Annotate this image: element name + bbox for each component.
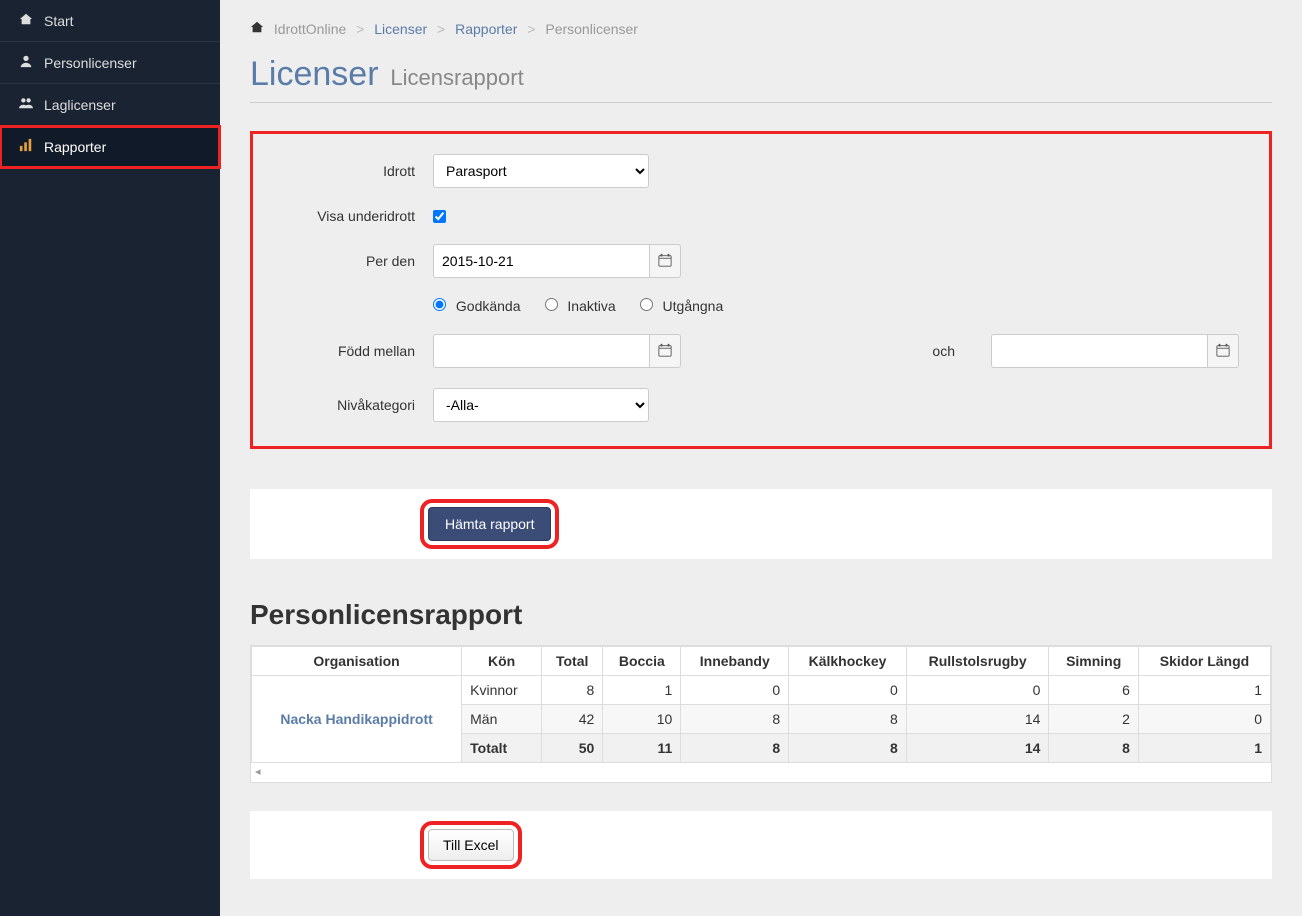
table-header-row: Organisation Kön Total Boccia Innebandy …	[252, 647, 1271, 676]
divider	[250, 102, 1272, 103]
status-approved-radio[interactable]	[433, 298, 446, 311]
excel-panel: Till Excel	[250, 811, 1272, 879]
breadcrumb-current: Personlicenser	[545, 21, 638, 37]
gender-cell: Kvinnor	[462, 676, 542, 705]
sidebar-item-label: Start	[44, 13, 74, 29]
status-approved-option[interactable]: Godkända	[433, 298, 521, 314]
show-sub-label: Visa underidrott	[273, 208, 433, 224]
level-label: Nivåkategori	[273, 397, 433, 413]
main-content: IdrottOnline > Licenser > Rapporter > Pe…	[220, 0, 1302, 916]
per-date-input[interactable]	[433, 244, 649, 278]
page-header: Licenser Licensrapport	[250, 55, 1272, 94]
sidebar-item-personlicenser[interactable]: Personlicenser	[0, 42, 220, 84]
status-inactive-radio[interactable]	[545, 298, 558, 311]
show-sub-checkbox[interactable]	[433, 210, 446, 223]
to-excel-button[interactable]: Till Excel	[428, 829, 514, 861]
report-table-wrap: Organisation Kön Total Boccia Innebandy …	[250, 645, 1272, 783]
fetch-panel: Hämta rapport	[250, 489, 1272, 559]
sidebar-item-label: Laglicenser	[44, 97, 116, 113]
col-boccia: Boccia	[603, 647, 681, 676]
gender-cell: Män	[462, 705, 542, 734]
sidebar-item-laglicenser[interactable]: Laglicenser	[0, 84, 220, 126]
born-to-input[interactable]	[991, 334, 1207, 368]
fetch-report-button[interactable]: Hämta rapport	[428, 507, 551, 541]
status-inactive-option[interactable]: Inaktiva	[545, 298, 616, 314]
sidebar-item-label: Personlicenser	[44, 55, 137, 71]
org-cell[interactable]: Nacka Handikappidrott	[252, 676, 462, 763]
breadcrumb-sep: >	[527, 21, 535, 37]
level-select[interactable]: -Alla-	[433, 388, 649, 422]
col-organisation: Organisation	[252, 647, 462, 676]
user-icon	[16, 54, 36, 71]
totals-label: Totalt	[462, 734, 542, 763]
and-label: och	[932, 343, 973, 359]
sidebar-item-label: Rapporter	[44, 139, 106, 155]
status-expired-option[interactable]: Utgångna	[640, 298, 724, 314]
users-icon	[16, 96, 36, 113]
sidebar-item-rapporter[interactable]: Rapporter	[0, 126, 220, 168]
status-radio-group: Godkända Inaktiva Utgångna	[433, 298, 1239, 314]
calendar-button[interactable]	[649, 334, 681, 368]
page-subtitle: Licensrapport	[390, 65, 523, 90]
breadcrumb: IdrottOnline > Licenser > Rapporter > Pe…	[250, 20, 1272, 37]
page-title: Licenser	[250, 55, 379, 93]
sport-select[interactable]: Parasport	[433, 154, 649, 188]
breadcrumb-link-rapporter[interactable]: Rapporter	[455, 21, 517, 37]
calendar-icon	[1216, 343, 1230, 360]
sidebar-item-start[interactable]: Start	[0, 0, 220, 42]
born-from-input[interactable]	[433, 334, 649, 368]
col-simning: Simning	[1049, 647, 1139, 676]
col-total: Total	[542, 647, 603, 676]
breadcrumb-sep: >	[356, 21, 364, 37]
calendar-icon	[658, 253, 672, 270]
breadcrumb-link-licenser[interactable]: Licenser	[374, 21, 427, 37]
col-rullstolsrugby: Rullstolsrugby	[906, 647, 1049, 676]
breadcrumb-root: IdrottOnline	[274, 21, 346, 37]
calendar-icon	[658, 343, 672, 360]
col-skidor: Skidor Längd	[1138, 647, 1270, 676]
calendar-button[interactable]	[649, 244, 681, 278]
home-icon	[16, 12, 36, 29]
table-row: Nacka Handikappidrott Kvinnor 8 1 0 0 0 …	[252, 676, 1271, 705]
sidebar: Start Personlicenser Laglicenser Rapport…	[0, 0, 220, 916]
scroll-hint: ◂	[251, 763, 1271, 780]
col-kalkhockey: Kälkhockey	[789, 647, 907, 676]
col-innebandy: Innebandy	[681, 647, 789, 676]
chart-icon	[16, 138, 36, 155]
calendar-button[interactable]	[1207, 334, 1239, 368]
col-gender: Kön	[462, 647, 542, 676]
status-expired-radio[interactable]	[640, 298, 653, 311]
breadcrumb-sep: >	[437, 21, 445, 37]
report-table: Organisation Kön Total Boccia Innebandy …	[251, 646, 1271, 763]
report-title: Personlicensrapport	[250, 599, 1272, 631]
sport-label: Idrott	[273, 163, 433, 179]
filter-form: Idrott Parasport Visa underidrott Per de…	[250, 131, 1272, 449]
born-between-label: Född mellan	[273, 343, 433, 359]
home-icon	[250, 21, 268, 37]
per-date-label: Per den	[273, 253, 433, 269]
